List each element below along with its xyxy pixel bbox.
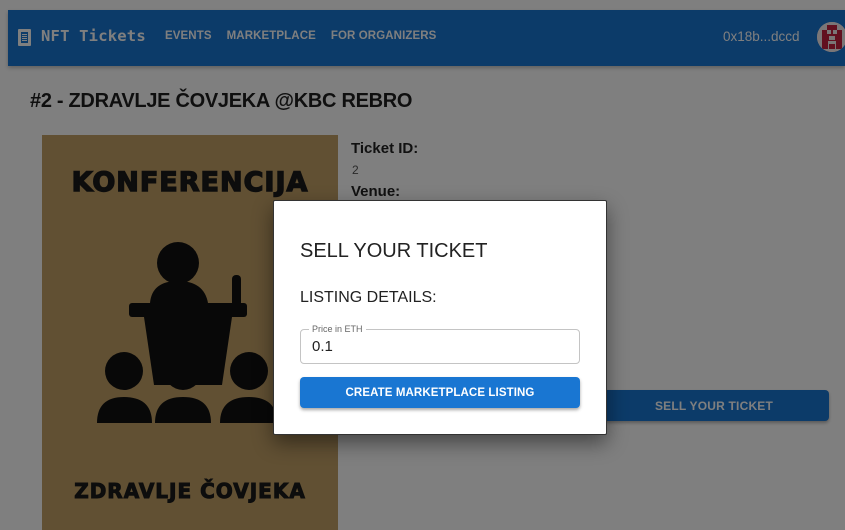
sell-ticket-dialog: SELL YOUR TICKET LISTING DETAILS: Price …: [273, 200, 607, 435]
listing-details-heading: LISTING DETAILS:: [300, 289, 437, 306]
price-field[interactable]: Price in ETH: [300, 324, 580, 364]
price-field-label: Price in ETH: [309, 324, 366, 334]
create-listing-button[interactable]: CREATE MARKETPLACE LISTING: [300, 377, 580, 408]
dialog-title: SELL YOUR TICKET: [300, 240, 488, 262]
price-input[interactable]: [312, 338, 572, 355]
